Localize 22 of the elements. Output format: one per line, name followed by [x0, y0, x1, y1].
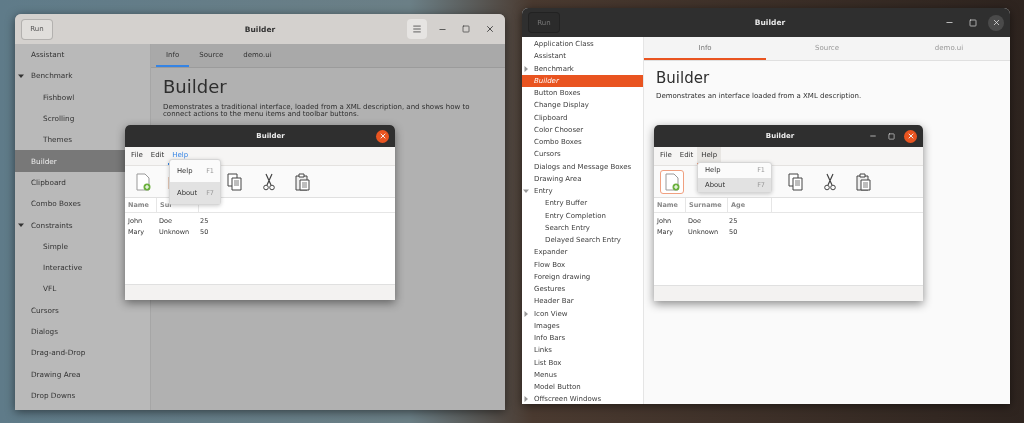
expander-right-icon[interactable]: [523, 396, 529, 403]
toolbar-button[interactable]: [660, 169, 684, 194]
expander-right-icon[interactable]: [523, 310, 529, 317]
expander-right-icon[interactable]: [523, 65, 529, 72]
page-heading: Builder: [163, 77, 228, 98]
clipboard-icon: [295, 172, 311, 191]
clipboard-icon: [856, 172, 872, 191]
expander-down-icon[interactable]: [18, 222, 24, 228]
close-icon[interactable]: [904, 129, 917, 143]
page-heading: Builder: [656, 70, 711, 88]
new-document-icon: [664, 172, 680, 191]
close-icon[interactable]: [988, 14, 1004, 31]
expander-down-icon[interactable]: [523, 188, 529, 195]
menu-button[interactable]: [407, 19, 427, 39]
new-document-icon: [135, 172, 151, 191]
scissors-icon: [824, 172, 836, 191]
close-icon[interactable]: [376, 129, 389, 143]
scissors-icon: [263, 172, 275, 191]
copy-icon: [227, 172, 243, 191]
expander-down-icon[interactable]: [18, 72, 24, 79]
menu-icon: [412, 24, 422, 34]
copy-icon: [788, 172, 804, 191]
